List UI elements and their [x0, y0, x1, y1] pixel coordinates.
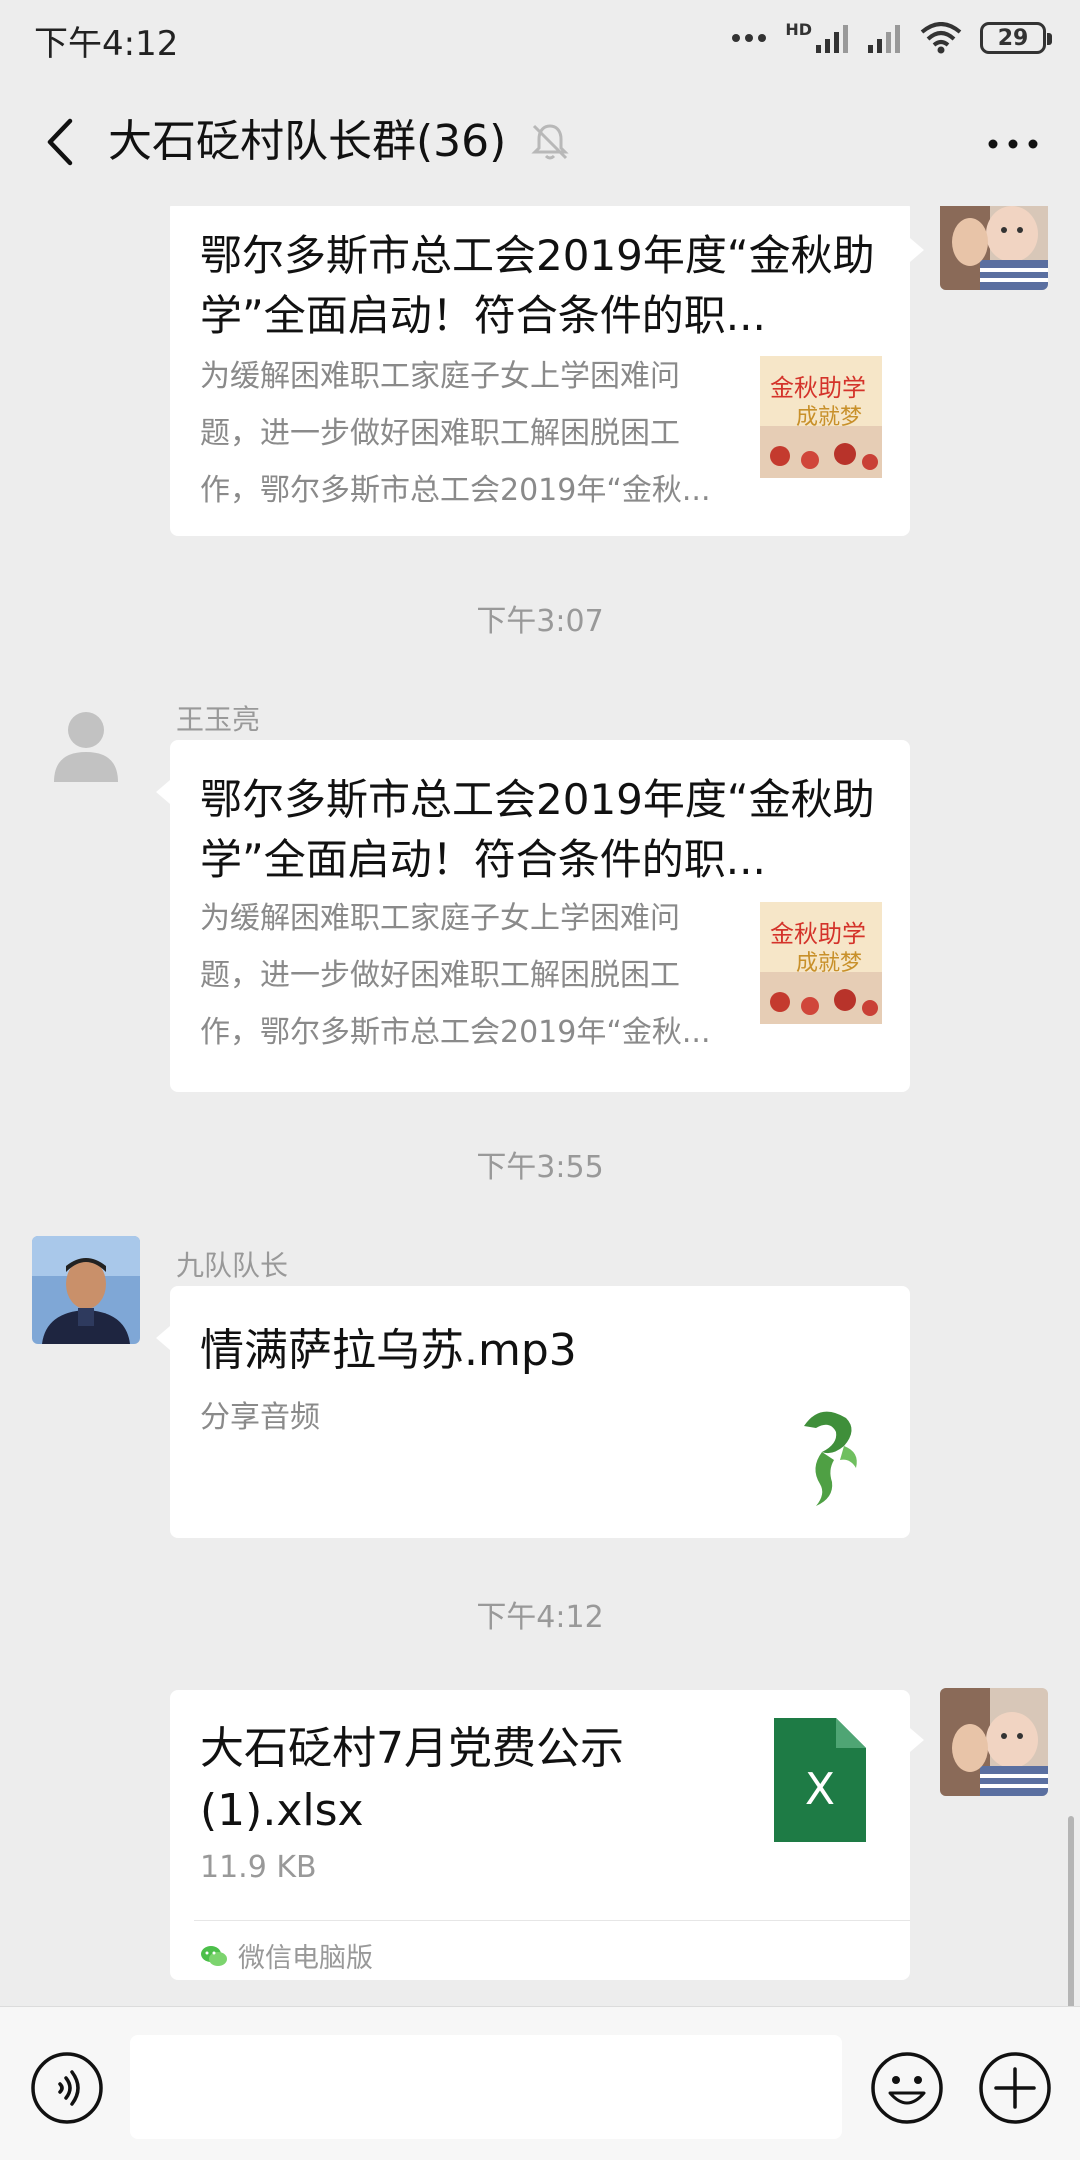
link-description: 为缓解困难职工家庭子女上学困难问题，进一步做好困难职工解困脱困工作，鄂尔多斯市总…: [200, 901, 711, 1050]
person-photo-icon: [32, 1236, 140, 1344]
message-input[interactable]: [130, 2035, 842, 2139]
status-time: 下午4:12: [34, 24, 179, 64]
file-source-label: 微信电脑版: [238, 1943, 373, 1974]
wechat-icon: [201, 1945, 227, 1966]
status-icons: HD 29: [731, 16, 1052, 60]
wifi-icon: [920, 22, 962, 54]
article-thumbnail: 金秋助学 成就梦: [760, 902, 882, 1024]
battery-level: 29: [997, 25, 1029, 51]
more-button[interactable]: [978, 114, 1048, 174]
baby-photo-icon: [940, 1688, 1048, 1796]
svg-text:成就梦: 成就梦: [796, 951, 862, 976]
thumbnail-image-icon: 金秋助学 成就梦: [760, 356, 882, 478]
svg-text:成就梦: 成就梦: [796, 405, 862, 430]
baby-photo-icon: [940, 206, 1048, 290]
chat-header: 大石砭村队长群(36): [0, 76, 1080, 206]
file-name: 大石砭村7月党费公示(1).xlsx: [200, 1723, 624, 1836]
my-avatar[interactable]: [940, 1688, 1048, 1796]
signal-icon: [816, 25, 848, 53]
link-card[interactable]: 鄂尔多斯市总工会2019年度“金秋助学”全面启动！符合条件的职... 为缓解困难…: [170, 206, 924, 536]
audio-subtitle: 分享音频: [200, 1400, 320, 1435]
more-icon: [988, 139, 1038, 149]
back-arrow-icon: [47, 118, 73, 166]
status-bar: 下午4:12 HD 29: [0, 0, 1080, 76]
excel-file-icon: X: [774, 1718, 866, 1842]
link-title: 鄂尔多斯市总工会2019年度“金秋助学”全面启动！符合条件的职...: [200, 231, 875, 340]
link-card[interactable]: 鄂尔多斯市总工会2019年度“金秋助学”全面启动！符合条件的职... 为缓解困难…: [156, 740, 910, 1092]
thumbnail-image-icon: 金秋助学 成就梦: [760, 902, 882, 1024]
timestamp: 下午3:55: [476, 1150, 604, 1185]
timestamp: 下午4:12: [476, 1600, 604, 1635]
battery-indicator: 29: [980, 22, 1052, 54]
voice-icon: [31, 2052, 103, 2124]
chat-title: 大石砭村队长群(36): [108, 116, 507, 167]
input-bar: [0, 2006, 1080, 2160]
sender-avatar-default[interactable]: [32, 690, 140, 798]
back-button[interactable]: [30, 112, 90, 172]
voice-button[interactable]: [30, 2051, 104, 2125]
article-thumbnail: 金秋助学 成就梦: [760, 356, 882, 478]
file-divider: [194, 1920, 910, 1921]
signal-icon-2: [868, 25, 900, 53]
audio-card[interactable]: 情满萨拉乌苏.mp3 分享音频: [156, 1286, 910, 1538]
audio-app-logo: [760, 1398, 882, 1520]
file-card[interactable]: 大石砭村7月党费公示(1).xlsx 11.9 KB X 微信电脑版: [170, 1690, 924, 1980]
file-source: 微信电脑版: [200, 1936, 373, 1975]
audio-title: 情满萨拉乌苏.mp3: [200, 1325, 577, 1376]
dots-icon: [732, 34, 767, 42]
chat-messages[interactable]: 鄂尔多斯市总工会2019年度“金秋助学”全面启动！符合条件的职... 为缓解困难…: [0, 206, 1080, 2006]
svg-text:金秋助学: 金秋助学: [770, 920, 866, 948]
plus-icon: [979, 2052, 1051, 2124]
timestamp: 下午3:07: [476, 604, 604, 639]
plus-button[interactable]: [978, 2051, 1052, 2125]
my-avatar[interactable]: [940, 206, 1048, 290]
network-type: HD: [785, 19, 812, 39]
file-size: 11.9 KB: [200, 1850, 317, 1885]
link-description: 为缓解困难职工家庭子女上学困难问题，进一步做好困难职工解困脱困工作，鄂尔多斯市总…: [200, 359, 711, 508]
emoji-icon: [871, 2052, 943, 2124]
sender-avatar[interactable]: [32, 1236, 140, 1344]
sender-name: 九队队长: [176, 1249, 289, 1282]
link-title: 鄂尔多斯市总工会2019年度“金秋助学”全面启动！符合条件的职...: [200, 775, 875, 884]
mute-bell-icon: [531, 124, 569, 160]
emoji-button[interactable]: [870, 2051, 944, 2125]
svg-text:金秋助学: 金秋助学: [770, 374, 866, 402]
music-app-logo-icon: [804, 1411, 857, 1506]
default-avatar-icon: [54, 712, 118, 782]
scrollbar[interactable]: [1068, 1816, 1074, 2006]
sender-name: 王玉亮: [176, 703, 261, 736]
excel-letter: X: [805, 1764, 835, 1815]
